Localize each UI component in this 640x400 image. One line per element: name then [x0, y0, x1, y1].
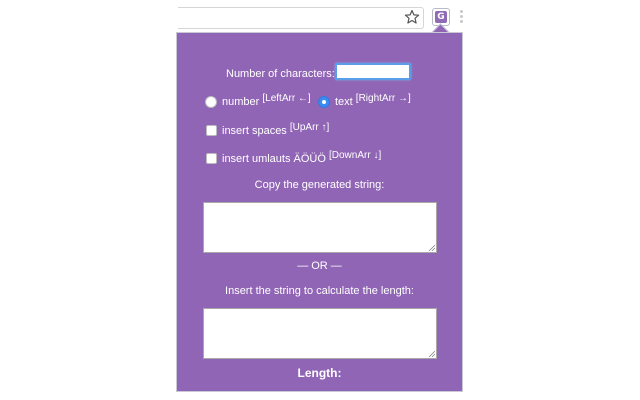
insert-string-label: Insert the string to calculate the lengt… — [225, 285, 414, 297]
generated-string-textarea[interactable] — [203, 202, 437, 253]
resize-grip-icon[interactable] — [428, 244, 435, 251]
insert-spaces-hint: [UpArr ↑] — [289, 122, 330, 133]
extension-popup: Number of characters: number [LeftArr ←]… — [176, 32, 463, 392]
copy-label: Copy the generated string: — [254, 179, 385, 191]
insert-umlauts-hint: [DownArr ↓] — [328, 150, 382, 161]
or-divider: — OR — — [297, 260, 342, 272]
insert-spaces-checkbox[interactable] — [206, 125, 217, 136]
radio-number-hint: [LeftArr ←] — [262, 93, 311, 104]
radio-text-option: text [RightArr →] — [335, 93, 411, 108]
radio-number[interactable] — [205, 96, 217, 108]
insert-umlauts-option: insert umlauts ÄÖÜÖ [DownArr ↓] — [222, 150, 382, 165]
radio-text-label: text — [335, 96, 353, 108]
insert-umlauts-label: insert umlauts ÄÖÜÖ — [222, 153, 326, 165]
address-bar[interactable] — [178, 7, 424, 29]
radio-number-option: number [LeftArr ←] — [222, 93, 311, 108]
length-label: Length: — [297, 366, 342, 380]
radio-text[interactable] — [318, 96, 330, 108]
insert-umlauts-checkbox[interactable] — [206, 153, 217, 164]
radio-number-label: number — [222, 96, 260, 108]
resize-grip-icon[interactable] — [428, 350, 435, 357]
num-chars-label: Number of characters: — [226, 68, 335, 80]
kebab-menu-icon[interactable] — [460, 10, 464, 24]
extension-logo: G — [435, 11, 447, 23]
num-chars-input[interactable] — [335, 63, 411, 80]
length-input-textarea[interactable] — [203, 308, 437, 359]
star-icon[interactable] — [404, 9, 420, 25]
radio-text-hint: [RightArr →] — [355, 93, 411, 104]
insert-spaces-label: insert spaces — [222, 125, 287, 137]
insert-spaces-option: insert spaces [UpArr ↑] — [222, 122, 330, 137]
